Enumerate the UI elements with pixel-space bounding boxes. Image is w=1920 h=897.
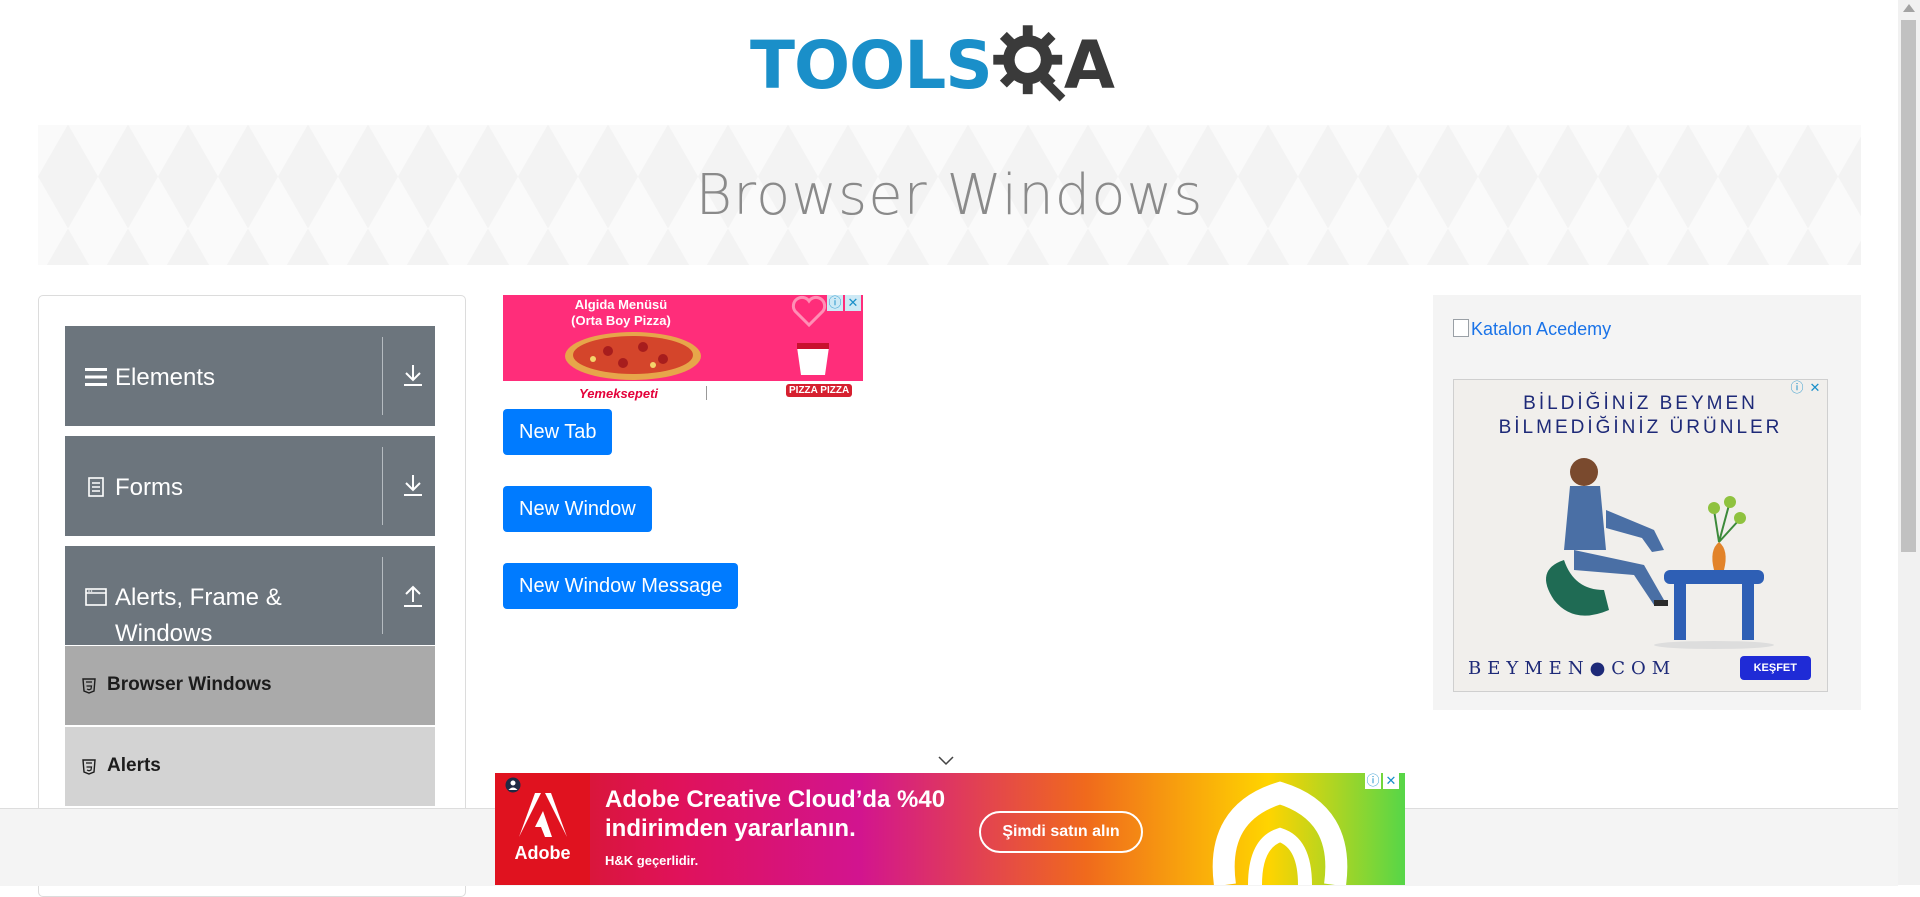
ice-cream-cup-image (797, 343, 829, 375)
ad-info-icon[interactable]: ⓘ (1789, 380, 1805, 396)
download-arrow-icon[interactable] (401, 473, 425, 499)
new-window-message-button[interactable]: New Window Message (503, 563, 739, 609)
ad-cta-button[interactable]: Şimdi satın alın (979, 811, 1143, 853)
divider (382, 337, 383, 415)
katalon-ad-link[interactable]: Katalon Acedemy (1453, 319, 1611, 340)
image-alt-text: Katalon Acedemy (1471, 319, 1612, 339)
ad-brand: PIZZA PIZZA (786, 384, 853, 397)
window-icon (85, 588, 107, 606)
sidebar-group-label: Forms (115, 474, 183, 501)
scroll-up-arrow-icon[interactable] (1903, 4, 1915, 12)
logo-text-a: A (1063, 26, 1115, 104)
ad-headline: BİLDİĞİNİZ BEYMEN BİLMEDİĞİNİZ ÜRÜNLER (1498, 393, 1783, 438)
adobe-a-icon (519, 793, 567, 837)
toolsqa-logo[interactable]: TOOLS A (750, 18, 1115, 113)
ad-headline-line2: indirimden yararlanın. (605, 815, 856, 842)
sidebar-group-forms[interactable]: Forms (65, 436, 435, 536)
sidebar-item-label: Alerts (107, 755, 161, 776)
hamburger-icon (85, 368, 107, 386)
scroll-thumb[interactable] (1901, 20, 1916, 552)
logo-text-tools: TOOLS (750, 26, 993, 104)
ad-brand-logo: BEYMEN●COM (1468, 658, 1677, 679)
page-banner: Browser Windows (38, 125, 1861, 265)
gear-magnifier-icon (993, 24, 1066, 101)
ad-brand: Yemeksepeti (579, 386, 659, 401)
new-window-button[interactable]: New Window (503, 486, 652, 532)
sidebar-item-label: Browser Windows (107, 674, 272, 695)
creative-cloud-icon (1212, 781, 1348, 885)
ad-title: Algida Menüsü (Orta Boy Pizza) (571, 297, 671, 328)
divider (382, 557, 383, 634)
new-tab-button[interactable]: New Tab (503, 409, 613, 455)
beymen-advertisement[interactable]: BİLDİĞİNİZ BEYMEN BİLMEDİĞİNİZ ÜRÜNLER ⓘ… (1453, 379, 1828, 692)
html5-icon (82, 678, 96, 694)
vertical-scrollbar[interactable] (1898, 0, 1920, 885)
ad-close-icon[interactable]: ✕ (1383, 773, 1399, 789)
ad-cta-button[interactable]: KEŞFET (1739, 656, 1811, 680)
pizza-image (565, 332, 701, 380)
page-title: Browser Windows (695, 162, 1204, 228)
adobe-logo-text: Adobe (514, 843, 571, 863)
ad-close-icon[interactable]: ✕ (845, 295, 861, 311)
chevron-down-icon[interactable] (938, 756, 954, 766)
sidebar-item-alerts[interactable]: Alerts (65, 727, 435, 806)
ad-headline: Adobe Creative Cloud’da %40 indirimden y… (605, 785, 945, 843)
ad-fine-print: H&K geçerlidir. (605, 853, 699, 868)
sidebar-group-label: Elements (115, 364, 216, 391)
upload-arrow-icon[interactable] (401, 583, 425, 609)
sidebar-group-label: Alerts, Frame & Windows (115, 584, 282, 647)
ad-info-icon[interactable]: ⓘ (827, 295, 843, 311)
divider (706, 386, 707, 400)
ad-headline-line1: Adobe Creative Cloud’da %40 (605, 786, 946, 813)
right-ad-panel: Katalon Acedemy BİLDİĞİNİZ BEYMEN BİLMED… (1433, 295, 1861, 710)
broken-image-icon (1453, 319, 1469, 337)
ad-info-icon[interactable]: ⓘ (1365, 773, 1381, 789)
html5-icon (82, 759, 96, 775)
adobe-advertisement[interactable]: Adobe Adobe Creative Cloud’da %40 indiri… (495, 773, 1405, 885)
ad-product-image (1546, 458, 1774, 649)
pizza-advertisement[interactable]: Algida Menüsü (Orta Boy Pizza) ⓘ ✕ Yemek… (503, 295, 863, 405)
sidebar-group-elements[interactable]: Elements (65, 326, 435, 426)
left-sidebar: Elements Forms Alerts, Frame & Windows B… (38, 295, 466, 897)
document-icon (88, 477, 104, 497)
sidebar-group-alerts-frame-windows[interactable]: Alerts, Frame & Windows (65, 546, 435, 647)
download-arrow-icon[interactable] (401, 363, 425, 389)
divider (382, 447, 383, 525)
ad-close-icon[interactable]: ✕ (1807, 380, 1823, 396)
sidebar-item-browser-windows[interactable]: Browser Windows (65, 646, 435, 725)
heart-icon[interactable] (791, 295, 827, 329)
ad-privacy-icon[interactable] (505, 777, 521, 793)
